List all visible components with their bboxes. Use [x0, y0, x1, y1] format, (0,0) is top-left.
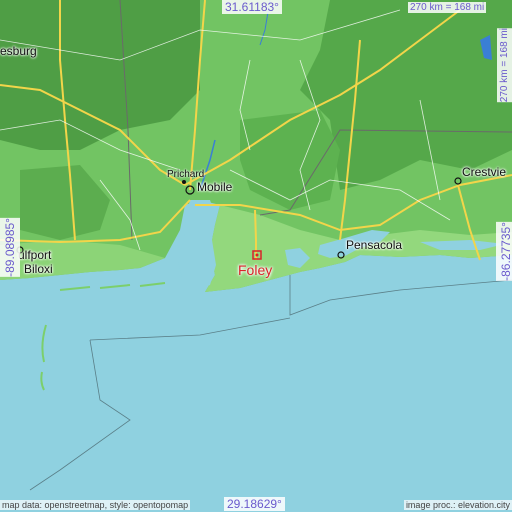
map-credit-right: image proc.: elevation.city	[403, 500, 512, 510]
foley-label[interactable]: Foley	[238, 262, 272, 278]
pensacola-label[interactable]: Pensacola	[346, 238, 402, 252]
south-coordinate-label: 29.18629°	[224, 497, 285, 511]
prichard-label[interactable]: Prichard	[167, 169, 204, 180]
west-coordinate-label: -89.08985°	[0, 218, 20, 277]
foley-marker-dot	[255, 253, 259, 257]
crestview-label[interactable]: Crestvie	[462, 165, 506, 179]
scale-side-label: 270 km = 168 mi	[497, 28, 512, 103]
map-canvas[interactable]	[0, 0, 512, 512]
prichard-marker[interactable]	[182, 180, 186, 184]
scale-top-label: 270 km = 168 mi	[408, 2, 487, 13]
hattiesburg-label[interactable]: esburg	[0, 44, 37, 58]
map-credit-left: map data: openstreetmap, style: opentopo…	[0, 500, 191, 510]
north-coordinate-label: 31.61183°	[222, 0, 282, 14]
gulfport-label[interactable]: ulfport	[18, 248, 51, 262]
mobile-label[interactable]: Mobile	[197, 180, 232, 194]
biloxi-label[interactable]: Biloxi	[24, 262, 53, 276]
east-coordinate-label: -86.27735°	[496, 222, 512, 281]
